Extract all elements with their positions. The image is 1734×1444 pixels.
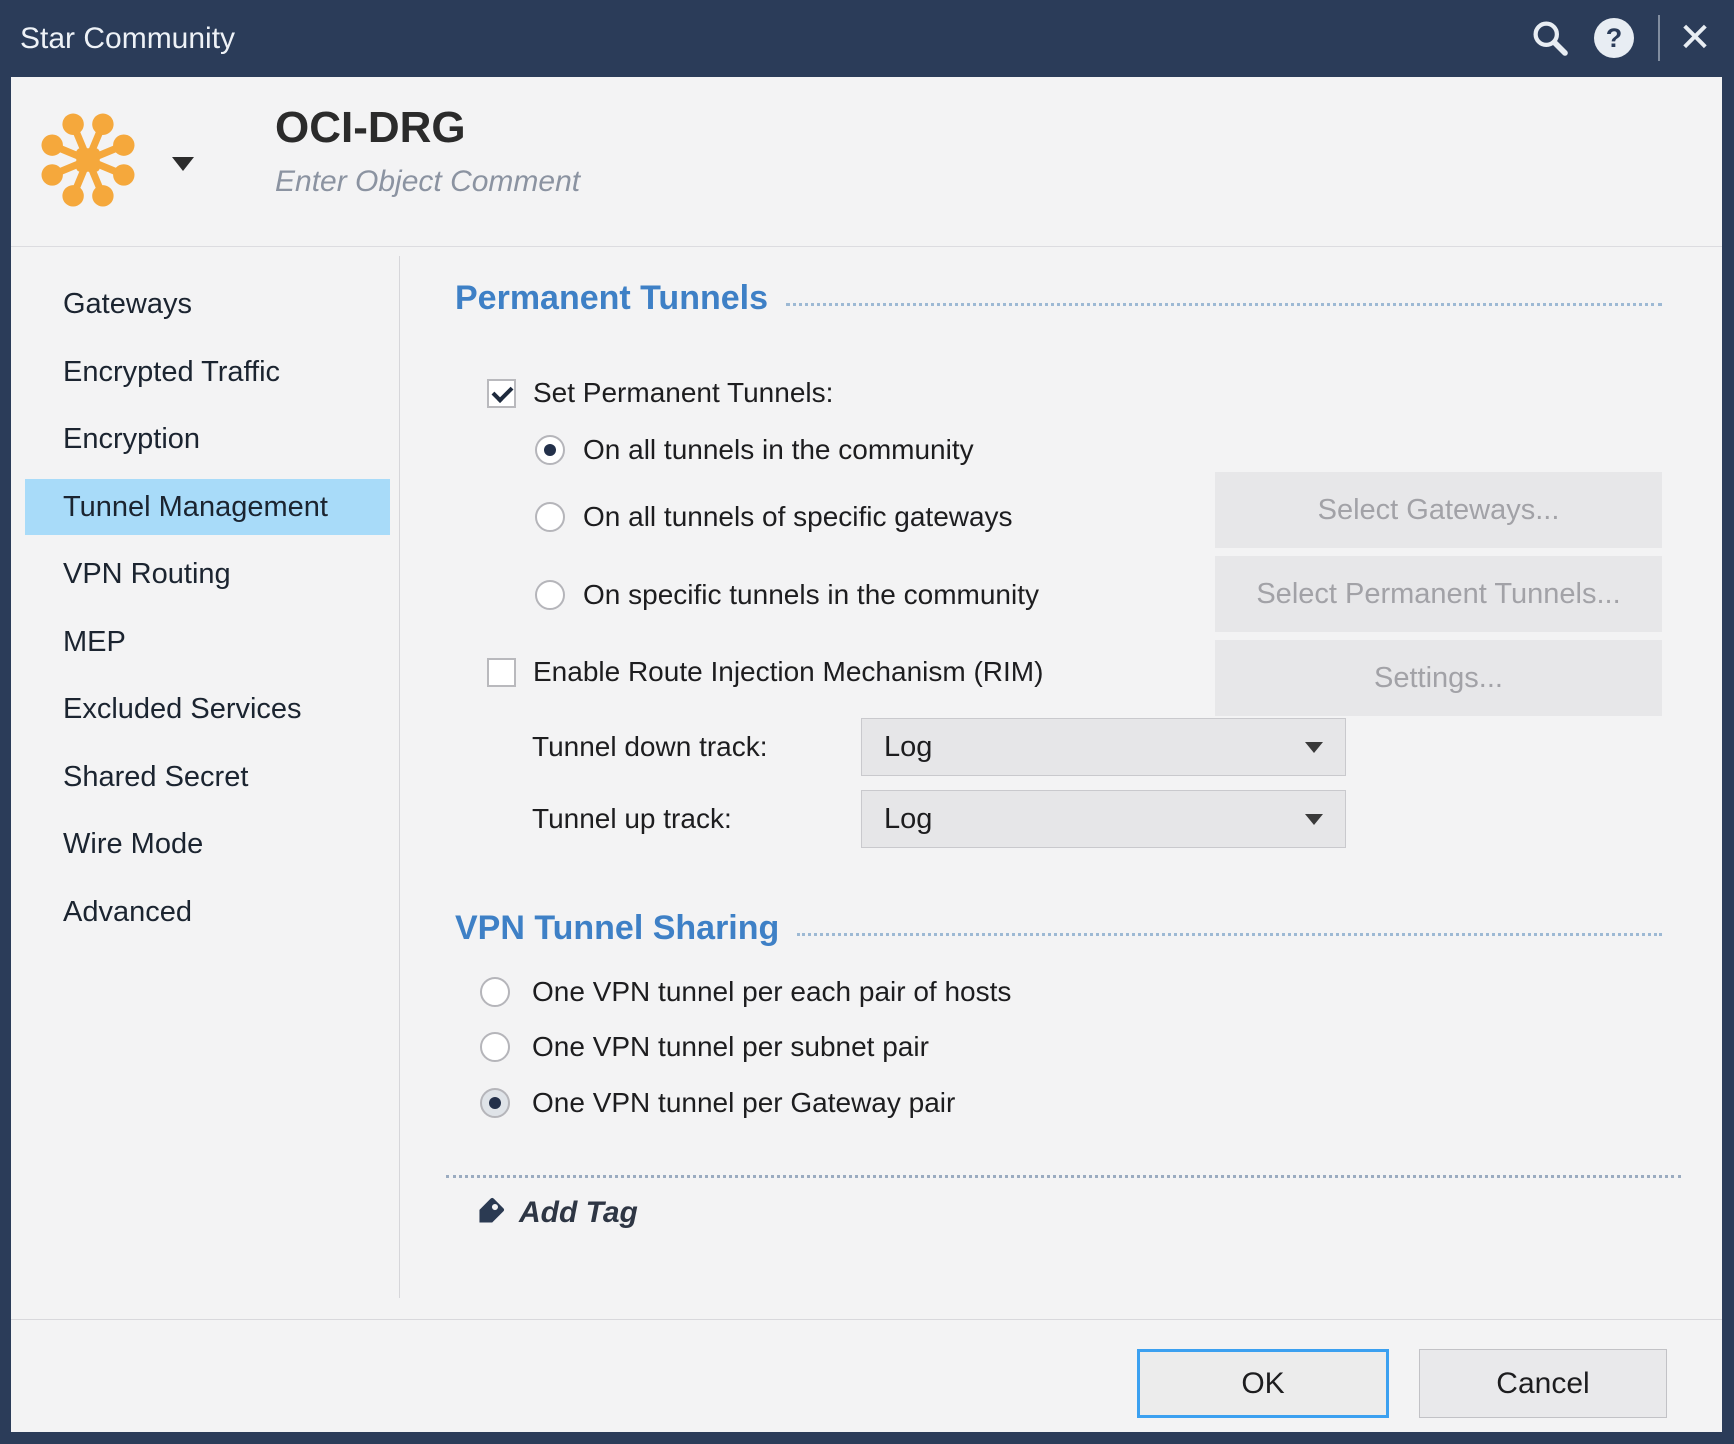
sidebar-divider <box>399 256 400 1298</box>
tunnel-up-track-value: Log <box>884 803 932 836</box>
radio-tunnel-per-subnet-pair[interactable] <box>480 1032 510 1062</box>
tunnel-up-track-dropdown[interactable]: Log <box>861 790 1346 848</box>
object-name: OCI-DRG <box>275 103 466 153</box>
cancel-button[interactable]: Cancel <box>1419 1349 1667 1418</box>
radio-row-specific-gateways: On all tunnels of specific gateways <box>535 497 1013 537</box>
radio-all-tunnels-community[interactable] <box>535 435 565 465</box>
tunnel-up-track-row: Tunnel up track: <box>532 799 732 839</box>
rim-label: Enable Route Injection Mechanism (RIM) <box>533 656 1043 688</box>
radio-tunnel-per-host-pair-label: One VPN tunnel per each pair of hosts <box>532 976 1011 1008</box>
radio-tunnel-per-subnet-pair-label: One VPN tunnel per subnet pair <box>532 1031 929 1063</box>
dotted-leader <box>786 303 1662 306</box>
dialog-body: OCI-DRG Enter Object Comment Gateways En… <box>11 77 1722 1432</box>
add-tag-button[interactable]: Add Tag <box>471 1195 638 1231</box>
radio-specific-tunnels[interactable] <box>535 580 565 610</box>
add-tag-label: Add Tag <box>519 1196 638 1230</box>
ok-button[interactable]: OK <box>1137 1349 1389 1418</box>
radio-row-specific-tunnels: On specific tunnels in the community <box>535 575 1039 615</box>
help-icon[interactable]: ? <box>1594 18 1634 58</box>
radio-tunnel-per-gateway-pair-label: One VPN tunnel per Gateway pair <box>532 1087 955 1119</box>
dropdown-caret-icon <box>1305 742 1323 753</box>
sidebar-item-shared-secret[interactable]: Shared Secret <box>25 749 390 805</box>
radio-tunnel-per-host-pair[interactable] <box>480 977 510 1007</box>
sidebar-item-gateways[interactable]: Gateways <box>25 276 390 332</box>
radio-all-tunnels-community-label: On all tunnels in the community <box>583 434 974 466</box>
set-permanent-tunnels-row: Set Permanent Tunnels: <box>487 373 833 413</box>
dropdown-caret-icon <box>1305 814 1323 825</box>
window-title: Star Community <box>20 0 235 77</box>
tunnel-up-track-label: Tunnel up track: <box>532 803 732 835</box>
vpn-tunnel-sharing-title: VPN Tunnel Sharing <box>455 909 779 948</box>
tag-icon <box>471 1195 507 1231</box>
help-glyph: ? <box>1606 23 1623 54</box>
dotted-leader <box>797 933 1662 936</box>
titlebar: Star Community ? ✕ <box>0 0 1734 77</box>
radio-specific-gateways[interactable] <box>535 502 565 532</box>
permanent-tunnels-section-header: Permanent Tunnels <box>455 279 1662 318</box>
dialog-footer: OK Cancel <box>11 1319 1722 1432</box>
sidebar-item-excluded-services[interactable]: Excluded Services <box>25 681 390 737</box>
sidebar-item-advanced[interactable]: Advanced <box>25 884 390 940</box>
select-gateways-button[interactable]: Select Gateways... <box>1215 472 1662 548</box>
radio-row-gateway-pair: One VPN tunnel per Gateway pair <box>480 1083 955 1123</box>
object-icon-dropdown-caret[interactable] <box>172 157 194 171</box>
set-permanent-tunnels-label: Set Permanent Tunnels: <box>533 377 833 409</box>
sidebar-item-encryption[interactable]: Encryption <box>25 411 390 467</box>
titlebar-separator <box>1658 15 1660 61</box>
vpn-tunnel-sharing-section-header: VPN Tunnel Sharing <box>455 909 1662 948</box>
sidebar-item-mep[interactable]: MEP <box>25 614 390 670</box>
sidebar-item-encrypted-traffic[interactable]: Encrypted Traffic <box>25 344 390 400</box>
tunnel-down-track-value: Log <box>884 731 932 764</box>
sidebar-item-wire-mode[interactable]: Wire Mode <box>25 816 390 872</box>
star-community-cluster-icon <box>33 107 143 214</box>
tunnel-down-track-dropdown[interactable]: Log <box>861 718 1346 776</box>
object-header: OCI-DRG Enter Object Comment <box>11 77 1722 247</box>
close-glyph: ✕ <box>1678 15 1712 61</box>
radio-specific-tunnels-label: On specific tunnels in the community <box>583 579 1039 611</box>
rim-row: Enable Route Injection Mechanism (RIM) <box>487 652 1043 692</box>
permanent-tunnels-title: Permanent Tunnels <box>455 279 768 318</box>
radio-row-pair-of-hosts: One VPN tunnel per each pair of hosts <box>480 972 1011 1012</box>
rim-settings-button[interactable]: Settings... <box>1215 640 1662 716</box>
radio-row-subnet-pair: One VPN tunnel per subnet pair <box>480 1027 929 1067</box>
set-permanent-tunnels-checkbox[interactable] <box>487 379 516 408</box>
star-community-dialog: Star Community ? ✕ <box>0 0 1734 1444</box>
sidebar-item-vpn-routing[interactable]: VPN Routing <box>25 546 390 602</box>
tunnel-down-track-row: Tunnel down track: <box>532 727 768 767</box>
close-icon[interactable]: ✕ <box>1672 14 1718 62</box>
select-permanent-tunnels-button[interactable]: Select Permanent Tunnels... <box>1215 556 1662 632</box>
search-icon[interactable] <box>1528 16 1572 60</box>
sidebar-nav: Gateways Encrypted Traffic Encryption Tu… <box>11 248 399 1318</box>
radio-tunnel-per-gateway-pair[interactable] <box>480 1088 510 1118</box>
object-comment-field[interactable]: Enter Object Comment <box>275 165 580 199</box>
radio-specific-gateways-label: On all tunnels of specific gateways <box>583 501 1013 533</box>
content-divider <box>446 1175 1681 1178</box>
sidebar-item-tunnel-management[interactable]: Tunnel Management <box>25 479 390 535</box>
rim-checkbox[interactable] <box>487 658 516 687</box>
radio-row-all-tunnels: On all tunnels in the community <box>535 430 974 470</box>
tunnel-down-track-label: Tunnel down track: <box>532 731 768 763</box>
